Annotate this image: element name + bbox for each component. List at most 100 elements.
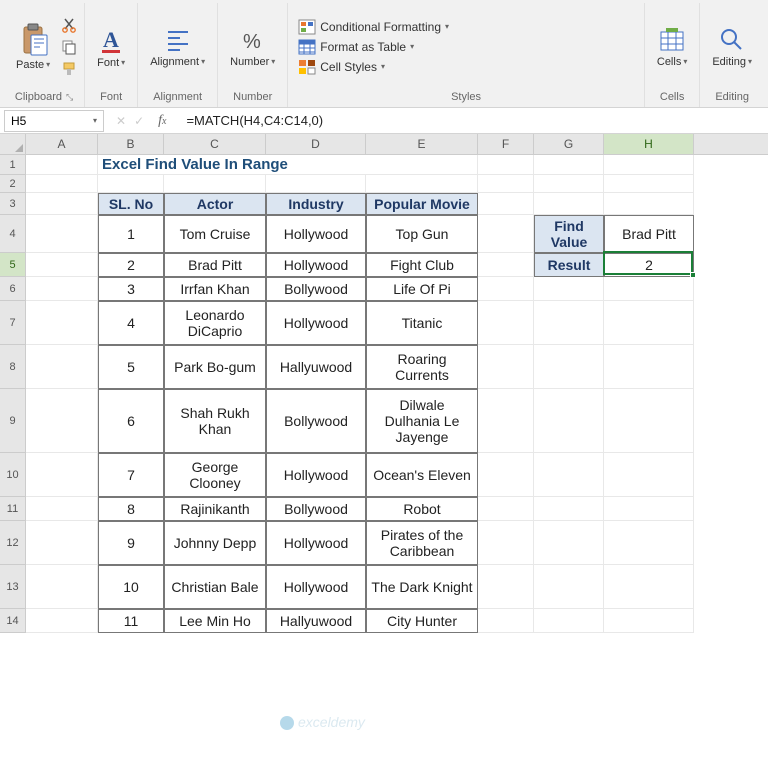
cell[interactable] [478, 345, 534, 389]
alignment-button[interactable]: Alignment▾ [144, 24, 211, 70]
cell[interactable] [478, 253, 534, 277]
cell-industry[interactable]: Hollywood [266, 521, 366, 565]
cell-movie[interactable]: Ocean's Eleven [366, 453, 478, 497]
enter-formula-icon[interactable]: ✓ [134, 114, 144, 128]
sheet-title[interactable]: Excel Find Value In Range [98, 155, 478, 175]
row-header[interactable]: 9 [0, 389, 26, 453]
col-header[interactable]: H [604, 134, 694, 154]
row-header[interactable]: 1 [0, 155, 26, 175]
col-header[interactable]: D [266, 134, 366, 154]
cell[interactable] [26, 301, 98, 345]
cell[interactable] [534, 521, 604, 565]
row-header[interactable]: 5 [0, 253, 26, 277]
cell[interactable] [26, 193, 98, 215]
row-header[interactable]: 7 [0, 301, 26, 345]
cell[interactable] [266, 175, 366, 193]
fx-icon[interactable]: fx [152, 113, 172, 129]
conditional-formatting-button[interactable]: Conditional Formatting▾ [294, 18, 453, 36]
editing-button[interactable]: Editing▾ [706, 24, 758, 70]
cell[interactable] [366, 175, 478, 193]
cell-sl[interactable]: 9 [98, 521, 164, 565]
cell-actor[interactable]: Shah Rukh Khan [164, 389, 266, 453]
cell-actor[interactable]: Tom Cruise [164, 215, 266, 253]
cell[interactable] [478, 175, 534, 193]
col-header[interactable]: G [534, 134, 604, 154]
cell-actor[interactable]: Park Bo-gum [164, 345, 266, 389]
cell[interactable] [604, 193, 694, 215]
cell-industry[interactable]: Hallyuwood [266, 345, 366, 389]
cell[interactable] [534, 497, 604, 521]
th-actor[interactable]: Actor [164, 193, 266, 215]
cell[interactable] [26, 215, 98, 253]
cut-icon[interactable] [60, 16, 78, 34]
cell-actor[interactable]: George Clooney [164, 453, 266, 497]
cell-industry[interactable]: Hallyuwood [266, 609, 366, 633]
cell-sl[interactable]: 7 [98, 453, 164, 497]
row-header[interactable]: 3 [0, 193, 26, 215]
row-header[interactable]: 6 [0, 277, 26, 301]
cell[interactable] [534, 277, 604, 301]
cell-actor[interactable]: Rajinikanth [164, 497, 266, 521]
find-value-label[interactable]: Find Value [534, 215, 604, 253]
cell-actor[interactable]: Irrfan Khan [164, 277, 266, 301]
cell[interactable] [604, 301, 694, 345]
cells-button[interactable]: Cells▾ [651, 24, 693, 70]
font-button[interactable]: A Font▾ [91, 23, 131, 71]
row-header[interactable]: 4 [0, 215, 26, 253]
cell-movie[interactable]: City Hunter [366, 609, 478, 633]
cell-industry[interactable]: Bollywood [266, 389, 366, 453]
cell-actor[interactable]: Lee Min Ho [164, 609, 266, 633]
row-header[interactable]: 12 [0, 521, 26, 565]
cell[interactable] [478, 497, 534, 521]
cell[interactable] [26, 453, 98, 497]
copy-icon[interactable] [60, 38, 78, 56]
th-sl[interactable]: SL. No [98, 193, 164, 215]
cell-sl[interactable]: 1 [98, 215, 164, 253]
cell-movie[interactable]: Dilwale Dulhania Le Jayenge [366, 389, 478, 453]
cell[interactable] [534, 175, 604, 193]
row-header[interactable]: 13 [0, 565, 26, 609]
format-as-table-button[interactable]: Format as Table▾ [294, 38, 418, 56]
cell-styles-button[interactable]: Cell Styles▾ [294, 58, 389, 76]
cell-industry[interactable]: Hollywood [266, 215, 366, 253]
cell[interactable] [604, 453, 694, 497]
format-painter-icon[interactable] [60, 60, 78, 78]
cell[interactable] [478, 521, 534, 565]
cell[interactable] [26, 345, 98, 389]
cell-movie[interactable]: Titanic [366, 301, 478, 345]
cell[interactable] [26, 277, 98, 301]
cell[interactable] [26, 521, 98, 565]
cell-actor[interactable]: Leonardo DiCaprio [164, 301, 266, 345]
row-header[interactable]: 14 [0, 609, 26, 633]
cell-sl[interactable]: 8 [98, 497, 164, 521]
cell-movie[interactable]: Top Gun [366, 215, 478, 253]
number-button[interactable]: % Number▾ [224, 24, 281, 70]
cell-A1[interactable] [26, 155, 98, 175]
cell[interactable] [478, 277, 534, 301]
select-all-corner[interactable] [0, 134, 26, 154]
cell[interactable] [534, 609, 604, 633]
cell[interactable] [604, 521, 694, 565]
cell-actor[interactable]: Brad Pitt [164, 253, 266, 277]
cell-movie[interactable]: Fight Club [366, 253, 478, 277]
row-header[interactable]: 10 [0, 453, 26, 497]
result-cell[interactable]: 2 [604, 253, 694, 277]
cell-sl[interactable]: 11 [98, 609, 164, 633]
cell-sl[interactable]: 2 [98, 253, 164, 277]
cell-actor[interactable]: Christian Bale [164, 565, 266, 609]
cell[interactable] [478, 453, 534, 497]
cell-sl[interactable]: 6 [98, 389, 164, 453]
cell-sl[interactable]: 4 [98, 301, 164, 345]
cell[interactable] [478, 301, 534, 345]
fill-handle[interactable] [690, 272, 696, 278]
th-movie[interactable]: Popular Movie [366, 193, 478, 215]
find-value-cell[interactable]: Brad Pitt [604, 215, 694, 253]
cell[interactable] [26, 565, 98, 609]
cell[interactable] [478, 389, 534, 453]
cell[interactable] [26, 609, 98, 633]
row-header[interactable]: 2 [0, 175, 26, 193]
cell[interactable] [478, 193, 534, 215]
cell-actor[interactable]: Johnny Depp [164, 521, 266, 565]
cell-movie[interactable]: Pirates of the Caribbean [366, 521, 478, 565]
paste-button[interactable]: Paste▾ [10, 21, 56, 73]
